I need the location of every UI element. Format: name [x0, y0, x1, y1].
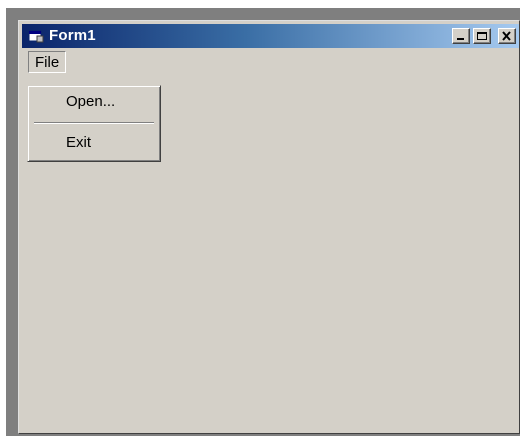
minimize-icon [457, 38, 464, 40]
window-title: Form1 [49, 27, 96, 44]
app-icon[interactable] [28, 29, 44, 43]
menu-bar: File [22, 50, 516, 74]
file-dropdown-menu: Open... Exit [27, 85, 161, 162]
maximize-icon [477, 32, 487, 40]
menu-item-open[interactable]: Open... [31, 88, 157, 116]
close-button[interactable] [498, 28, 516, 44]
minimize-button[interactable] [452, 28, 470, 44]
menu-item-exit[interactable]: Exit [31, 129, 157, 157]
form1-window: Form1 File [18, 20, 520, 434]
close-icon [502, 31, 511, 41]
menu-file[interactable]: File [28, 51, 67, 73]
maximize-button[interactable] [473, 28, 491, 44]
title-bar[interactable]: Form1 [22, 24, 519, 48]
menu-separator [34, 122, 154, 124]
